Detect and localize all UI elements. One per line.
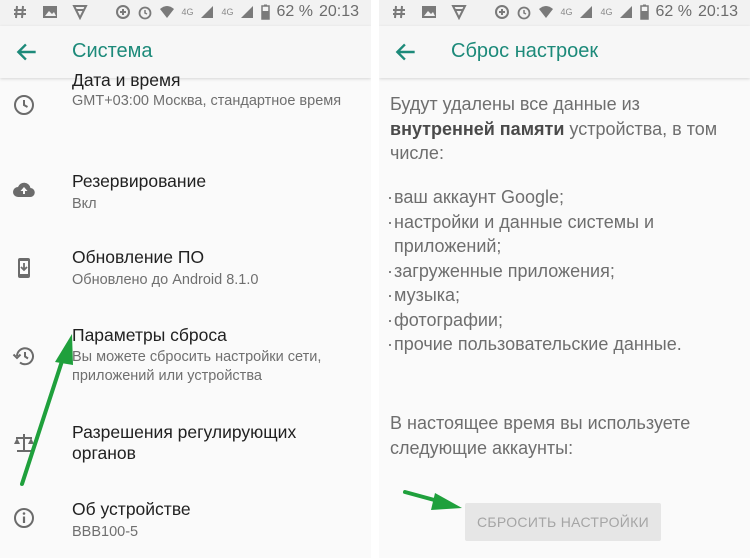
item-subtitle: Вкл: [72, 196, 97, 212]
back-arrow-icon[interactable]: [14, 39, 40, 65]
list-item: · прочие пользовательские данные.: [387, 334, 682, 354]
scales-icon: [14, 434, 34, 452]
intro-part1: Будут удалены все данные из: [390, 94, 640, 114]
list-item: · ваш аккаунт Google;: [387, 187, 565, 207]
network-type: 4G: [560, 6, 573, 17]
network-type-2: 4G: [221, 6, 234, 17]
list-item: · настройки и данные системы и приложений…: [387, 211, 655, 257]
item-title: Обновление ПО: [72, 247, 205, 267]
item-title: Дата и время: [72, 70, 181, 90]
battery-icon: [261, 4, 271, 20]
signal-icon-2: [241, 6, 254, 18]
data-saver-icon: [116, 5, 131, 19]
screen-divider: [371, 0, 379, 558]
item-title: Резервирование: [72, 171, 207, 191]
settings-item-date-time[interactable]: Дата и время GMT+03:00 Москва, стандартн…: [0, 70, 371, 136]
item-title: Разрешения регулирующих органов: [72, 422, 297, 463]
hashtag-icon: [14, 5, 26, 19]
item-title: Об устройстве: [72, 499, 191, 519]
network-type: 4G: [181, 6, 194, 17]
reset-settings-button[interactable]: СБРОСИТЬ НАСТРОЙКИ: [465, 503, 661, 541]
accounts-note: В настоящее время вы используете следующ…: [390, 413, 691, 458]
system-update-icon: [18, 258, 30, 278]
alarm-icon: [139, 6, 152, 20]
app-bar: Сброс настроек: [379, 26, 750, 78]
signal-icon: [580, 6, 593, 18]
signal-icon: [201, 6, 214, 18]
clock-time: 20:13: [697, 3, 738, 20]
image-icon: [422, 6, 436, 18]
battery-level: 62 %: [276, 3, 313, 20]
reset-description: Будут удалены все данные из внутренней п…: [379, 78, 750, 558]
page-title: Система: [72, 40, 153, 62]
list-item: · загруженные приложения;: [387, 260, 615, 281]
clock-time: 20:13: [318, 3, 359, 20]
back-arrow-icon[interactable]: [393, 39, 419, 65]
intro-text: Будут удалены все данные из внутренней п…: [390, 92, 740, 166]
system-settings-screen: 4G 4G 62 % 20:13 Система Дата и время GM…: [0, 0, 371, 558]
settings-item-about-device[interactable]: Об устройстве BBB100-5: [0, 490, 371, 558]
page-title: Сброс настроек: [451, 40, 599, 62]
clock-icon: [14, 95, 34, 115]
battery-icon: [640, 4, 650, 20]
image-icon: [43, 6, 57, 18]
hashtag-icon: [393, 5, 405, 19]
item-title: Параметры сброса: [72, 325, 227, 345]
wifi-icon: [539, 6, 554, 18]
settings-item-reset-options[interactable]: Параметры сброса Вы можете сбросить наст…: [0, 314, 371, 394]
intro-bold: внутренней памяти: [390, 118, 565, 139]
restore-icon: [12, 347, 34, 366]
cloud-upload-icon: [13, 182, 35, 198]
signal-icon-2: [620, 6, 633, 18]
list-item: · фотографии;: [387, 309, 503, 330]
info-icon: [14, 508, 34, 528]
alarm-icon: [518, 6, 531, 20]
list-item: · музыка;: [387, 285, 461, 305]
status-bar: 4G 4G 62 % 20:13: [379, 0, 750, 26]
settings-item-backup[interactable]: Резервирование Вкл: [0, 158, 371, 228]
network-type-2: 4G: [600, 6, 613, 17]
vpn-icon: [451, 5, 467, 20]
data-saver-icon: [495, 5, 510, 19]
status-bar: 4G 4G 62 % 20:13: [0, 0, 371, 26]
settings-item-system-update[interactable]: Обновление ПО Обновлено до Android 8.1.0: [0, 234, 371, 304]
item-subtitle: Обновлено до Android 8.1.0: [72, 272, 259, 288]
wifi-icon: [160, 6, 175, 18]
settings-item-regulatory[interactable]: Разрешения регулирующих органов: [0, 414, 371, 474]
item-subtitle: GMT+03:00 Москва, стандартное время: [72, 93, 342, 109]
item-subtitle: BBB100-5: [72, 524, 139, 540]
settings-list: Дата и время GMT+03:00 Москва, стандартн…: [0, 70, 371, 558]
vpn-icon: [72, 5, 88, 20]
battery-level: 62 %: [655, 3, 692, 20]
data-list: · ваш аккаунт Google; · настройки и данные…: [387, 185, 747, 357]
factory-reset-screen: 4G 4G 62 % 20:13 Сброс настроек Будут уд…: [379, 0, 750, 558]
item-subtitle: Вы можете сбросить настройки сети, прило…: [72, 349, 322, 384]
